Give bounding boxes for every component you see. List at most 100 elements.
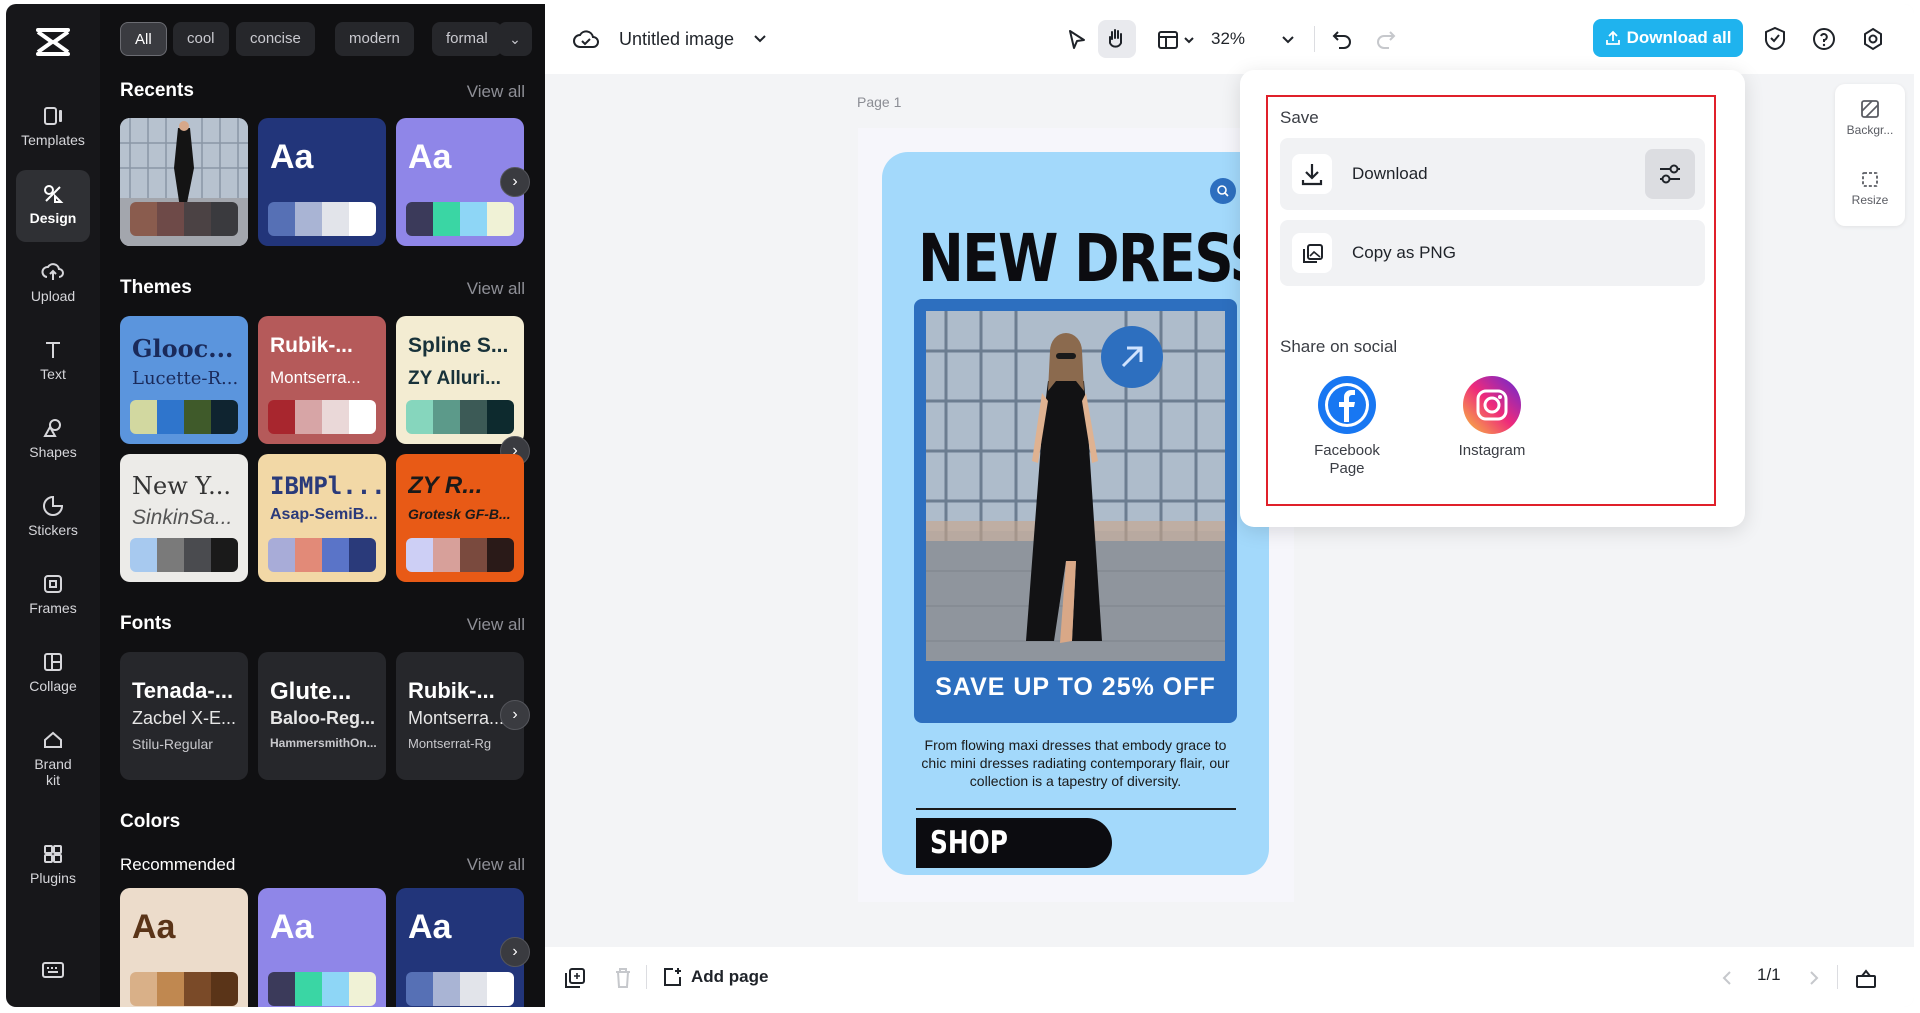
nav-label: Stickers <box>16 522 90 538</box>
help-icon[interactable] <box>1812 27 1836 51</box>
nav-text[interactable]: Text <box>16 326 90 398</box>
cloud-save-icon[interactable] <box>573 28 599 50</box>
page-counter: 1/1 <box>1757 965 1781 985</box>
document-title[interactable]: Untitled image <box>619 26 734 52</box>
copy-as-png-label: Copy as PNG <box>1352 220 1456 286</box>
nav-label: Design <box>16 210 90 226</box>
chevron-down-icon[interactable] <box>753 32 767 46</box>
card-aa: Aa <box>132 908 175 947</box>
recents-view-all[interactable]: View all <box>467 82 525 102</box>
theme-card[interactable]: Glooc... Lucette-R... <box>120 316 248 444</box>
nav-frames[interactable]: Frames <box>16 560 90 632</box>
chip-concise[interactable]: concise <box>236 22 315 56</box>
chip-modern[interactable]: modern <box>335 22 414 56</box>
themes-view-all[interactable]: View all <box>467 279 525 299</box>
download-icon <box>1292 154 1332 194</box>
color-swatches <box>130 538 238 572</box>
colors-view-all[interactable]: View all <box>467 855 525 875</box>
theme-card[interactable]: ZY R... Grotesk GF-B... <box>396 454 524 582</box>
shop-now-label: SHOP NOW <box>930 818 1076 875</box>
nav-collage[interactable]: Collage <box>16 638 90 710</box>
hand-tool-button[interactable] <box>1098 20 1136 58</box>
theme-card[interactable]: New Y... SinkinSa... <box>120 454 248 582</box>
poster-body-copy[interactable]: From flowing maxi dresses that embody gr… <box>912 736 1239 790</box>
photo-frame[interactable]: SAVE UP TO 25% OFF <box>914 299 1237 723</box>
background-tool[interactable]: Backgr... <box>1835 98 1905 137</box>
top-toolbar: Untitled image 32% Download all <box>545 4 1914 74</box>
nav-upload[interactable]: Upload <box>16 248 90 320</box>
nav-templates[interactable]: Templates <box>16 92 90 164</box>
nav-plugins[interactable]: Plugins <box>16 830 90 902</box>
nav-design[interactable]: Design <box>16 170 90 242</box>
duplicate-page-icon[interactable] <box>564 967 586 989</box>
recent-card-photo[interactable] <box>120 118 248 246</box>
colors-next-arrow-icon[interactable]: › <box>500 937 530 967</box>
zoom-level[interactable]: 32% <box>1211 26 1245 52</box>
copy-as-png-option[interactable]: Copy as PNG <box>1280 220 1705 286</box>
fonts-next-arrow-icon[interactable]: › <box>500 700 530 730</box>
keyboard-shortcuts-icon[interactable] <box>41 960 65 980</box>
undo-icon[interactable] <box>1331 28 1353 50</box>
add-page-button[interactable]: Add page <box>661 963 768 991</box>
font-card[interactable]: Tenada-... Zacbel X-E... Stilu-Regular <box>120 652 248 780</box>
theme-card[interactable]: Spline S... ZY Alluri... <box>396 316 524 444</box>
facebook-page-share[interactable]: Facebook Page <box>1292 376 1402 478</box>
design-icon <box>41 182 65 206</box>
fonts-view-all[interactable]: View all <box>467 615 525 635</box>
chip-all[interactable]: All <box>120 22 167 56</box>
resize-tool[interactable]: Resize <box>1835 168 1905 207</box>
shield-check-icon[interactable] <box>1763 26 1787 52</box>
promo-text[interactable]: SAVE UP TO 25% OFF <box>914 673 1237 702</box>
layout-icon[interactable] <box>1157 29 1179 51</box>
color-card[interactable]: Aa <box>120 888 248 1007</box>
instagram-share[interactable]: Instagram <box>1437 376 1547 460</box>
chevron-down-icon[interactable] <box>1183 34 1195 46</box>
arrow-circle-icon[interactable] <box>1101 326 1163 388</box>
theme-heading-font: Spline S... <box>408 334 520 358</box>
settings-gear-icon[interactable] <box>1861 27 1885 51</box>
chevron-down-icon[interactable]: ⌄ <box>498 22 532 56</box>
download-option[interactable]: Download <box>1280 138 1705 210</box>
font-heading: Tenada-... <box>132 678 244 704</box>
poster-divider <box>916 808 1236 810</box>
chip-cool[interactable]: cool <box>173 22 229 56</box>
upload-icon <box>41 260 65 284</box>
download-settings-button[interactable] <box>1645 149 1695 199</box>
background-label: Backgr... <box>1835 123 1905 137</box>
instagram-icon <box>1463 376 1521 434</box>
download-all-button[interactable]: Download all <box>1593 19 1743 57</box>
color-swatches <box>268 972 376 1006</box>
search-icon[interactable] <box>1210 178 1236 204</box>
chip-formal[interactable]: formal <box>432 22 502 56</box>
theme-body-font: Montserra... <box>270 368 382 388</box>
font-body: Montserrat-Rg <box>408 736 520 751</box>
poster-headline[interactable]: NEW DRESS <box>918 220 1267 297</box>
color-card[interactable]: Aa <box>258 888 386 1007</box>
facebook-label: Facebook <box>1292 442 1402 460</box>
font-card[interactable]: Glute... Baloo-Reg... HammersmithOn... <box>258 652 386 780</box>
dress-photo-image <box>926 311 1225 661</box>
nav-label: Collage <box>16 678 90 694</box>
previous-page-icon[interactable] <box>1720 969 1734 987</box>
resize-icon <box>1859 168 1881 190</box>
chevron-down-icon[interactable] <box>1281 33 1295 47</box>
next-page-icon[interactable] <box>1807 969 1821 987</box>
left-navigation: Templates Design Upload Text Shapes Stic… <box>6 4 100 1007</box>
delete-page-icon[interactable] <box>613 967 633 989</box>
toolbar-divider <box>1837 965 1838 989</box>
capcut-logo-icon[interactable] <box>34 24 72 60</box>
poster-design[interactable]: NEW DRESS <box>882 152 1269 875</box>
nav-stickers[interactable]: Stickers <box>16 482 90 554</box>
nav-shapes[interactable]: Shapes <box>16 404 90 476</box>
redo-icon[interactable] <box>1375 28 1397 50</box>
theme-card[interactable]: IBMPl... Asap-SemiB... <box>258 454 386 582</box>
expand-panel-icon[interactable] <box>1855 967 1877 989</box>
themes-title: Themes <box>120 277 192 299</box>
model-photo[interactable] <box>926 311 1225 661</box>
select-pointer-icon[interactable] <box>1066 28 1088 52</box>
recent-card[interactable]: Aa <box>258 118 386 246</box>
recents-next-arrow-icon[interactable]: › <box>500 167 530 197</box>
shop-now-button[interactable]: SHOP NOW <box>916 818 1112 868</box>
theme-card[interactable]: Rubik-... Montserra... <box>258 316 386 444</box>
nav-brand-kit[interactable]: Brand kit <box>16 716 90 806</box>
